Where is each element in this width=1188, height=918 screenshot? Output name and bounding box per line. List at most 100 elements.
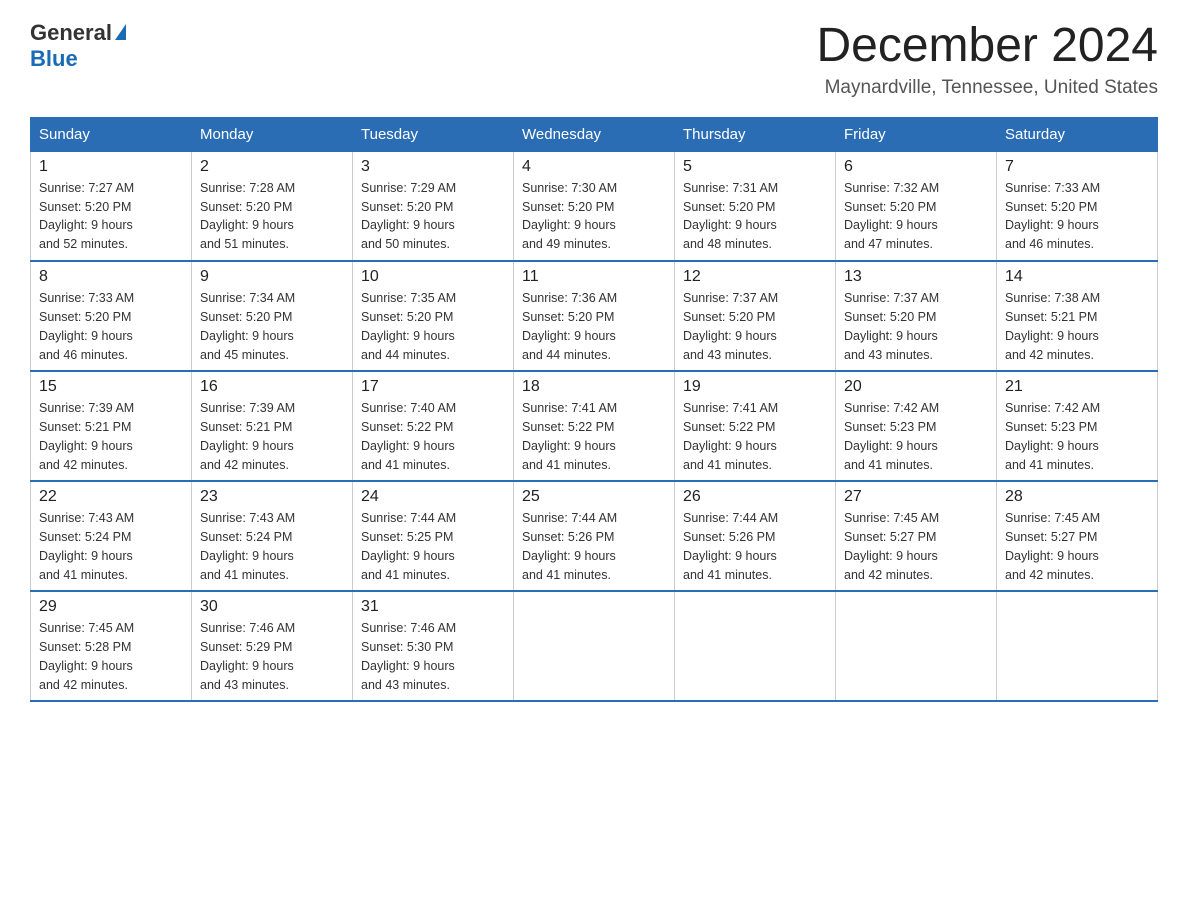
- day-number: 17: [361, 378, 505, 396]
- day-info: Sunrise: 7:34 AMSunset: 5:20 PMDaylight:…: [200, 289, 344, 364]
- day-info: Sunrise: 7:41 AMSunset: 5:22 PMDaylight:…: [683, 399, 827, 474]
- header-tuesday: Tuesday: [353, 117, 514, 151]
- day-info: Sunrise: 7:43 AMSunset: 5:24 PMDaylight:…: [200, 509, 344, 584]
- day-info: Sunrise: 7:44 AMSunset: 5:25 PMDaylight:…: [361, 509, 505, 584]
- day-cell-5: 5Sunrise: 7:31 AMSunset: 5:20 PMDaylight…: [675, 151, 836, 261]
- day-cell-16: 16Sunrise: 7:39 AMSunset: 5:21 PMDayligh…: [192, 371, 353, 481]
- day-cell-26: 26 Sunrise: 7:44 AMSunset: 5:26 PMDayligh…: [675, 481, 836, 591]
- day-cell-31: 31 Sunrise: 7:46 AMSunset: 5:30 PMDayligh…: [353, 591, 514, 701]
- empty-cell: [514, 591, 675, 701]
- day-number: 21: [1005, 378, 1149, 396]
- day-number: 11: [522, 268, 666, 286]
- page-header: General Blue December 2024 Maynardville,…: [30, 20, 1158, 99]
- calendar-header: SundayMondayTuesdayWednesdayThursdayFrid…: [31, 117, 1158, 151]
- empty-cell: [675, 591, 836, 701]
- header-sunday: Sunday: [31, 117, 192, 151]
- day-info: Sunrise: 7:27 AMSunset: 5:20 PMDaylight:…: [39, 179, 183, 254]
- day-info: Sunrise: 7:33 AMSunset: 5:20 PMDaylight:…: [39, 289, 183, 364]
- month-title: December 2024: [816, 20, 1158, 73]
- day-cell-4: 4 Sunrise: 7:30 AMSunset: 5:20 PMDaylight…: [514, 151, 675, 261]
- day-number: 29: [39, 598, 183, 616]
- day-number: 5: [683, 158, 827, 176]
- calendar-body: 1 Sunrise: 7:27 AMSunset: 5:20 PMDaylight…: [31, 151, 1158, 701]
- header-wednesday: Wednesday: [514, 117, 675, 151]
- day-cell-22: 22 Sunrise: 7:43 AMSunset: 5:24 PMDayligh…: [31, 481, 192, 591]
- day-info: Sunrise: 7:32 AMSunset: 5:20 PMDaylight:…: [844, 179, 988, 254]
- day-number: 22: [39, 488, 183, 506]
- day-number: 28: [1005, 488, 1149, 506]
- day-number: 30: [200, 598, 344, 616]
- day-info: Sunrise: 7:33 AMSunset: 5:20 PMDaylight:…: [1005, 179, 1149, 254]
- day-cell-3: 3Sunrise: 7:29 AMSunset: 5:20 PMDaylight…: [353, 151, 514, 261]
- day-cell-23: 23Sunrise: 7:43 AMSunset: 5:24 PMDayligh…: [192, 481, 353, 591]
- day-info: Sunrise: 7:40 AMSunset: 5:22 PMDaylight:…: [361, 399, 505, 474]
- day-info: Sunrise: 7:42 AMSunset: 5:23 PMDaylight:…: [1005, 399, 1149, 474]
- empty-cell: [997, 591, 1158, 701]
- day-cell-9: 9Sunrise: 7:34 AMSunset: 5:20 PMDaylight…: [192, 261, 353, 371]
- day-info: Sunrise: 7:44 AMSunset: 5:26 PMDaylight:…: [522, 509, 666, 584]
- day-info: Sunrise: 7:30 AMSunset: 5:20 PMDaylight:…: [522, 179, 666, 254]
- day-cell-7: 7 Sunrise: 7:33 AMSunset: 5:20 PMDaylight…: [997, 151, 1158, 261]
- day-info: Sunrise: 7:45 AMSunset: 5:27 PMDaylight:…: [1005, 509, 1149, 584]
- day-cell-30: 30Sunrise: 7:46 AMSunset: 5:29 PMDayligh…: [192, 591, 353, 701]
- day-cell-6: 6 Sunrise: 7:32 AMSunset: 5:20 PMDaylight…: [836, 151, 997, 261]
- day-number: 3: [361, 158, 505, 176]
- week-row-2: 8 Sunrise: 7:33 AMSunset: 5:20 PMDaylight…: [31, 261, 1158, 371]
- calendar-table: SundayMondayTuesdayWednesdayThursdayFrid…: [30, 117, 1158, 703]
- day-cell-12: 12Sunrise: 7:37 AMSunset: 5:20 PMDayligh…: [675, 261, 836, 371]
- day-number: 18: [522, 378, 666, 396]
- day-cell-14: 14 Sunrise: 7:38 AMSunset: 5:21 PMDayligh…: [997, 261, 1158, 371]
- day-number: 12: [683, 268, 827, 286]
- day-number: 7: [1005, 158, 1149, 176]
- day-info: Sunrise: 7:45 AMSunset: 5:27 PMDaylight:…: [844, 509, 988, 584]
- day-cell-13: 13Sunrise: 7:37 AMSunset: 5:20 PMDayligh…: [836, 261, 997, 371]
- empty-cell: [836, 591, 997, 701]
- week-row-4: 22 Sunrise: 7:43 AMSunset: 5:24 PMDayligh…: [31, 481, 1158, 591]
- day-cell-28: 28 Sunrise: 7:45 AMSunset: 5:27 PMDayligh…: [997, 481, 1158, 591]
- day-info: Sunrise: 7:39 AMSunset: 5:21 PMDaylight:…: [200, 399, 344, 474]
- header-row: SundayMondayTuesdayWednesdayThursdayFrid…: [31, 117, 1158, 151]
- header-thursday: Thursday: [675, 117, 836, 151]
- day-cell-15: 15Sunrise: 7:39 AMSunset: 5:21 PMDayligh…: [31, 371, 192, 481]
- day-number: 8: [39, 268, 183, 286]
- day-cell-29: 29 Sunrise: 7:45 AMSunset: 5:28 PMDayligh…: [31, 591, 192, 701]
- logo: General Blue: [30, 20, 126, 72]
- day-cell-24: 24 Sunrise: 7:44 AMSunset: 5:25 PMDayligh…: [353, 481, 514, 591]
- week-row-3: 15Sunrise: 7:39 AMSunset: 5:21 PMDayligh…: [31, 371, 1158, 481]
- day-info: Sunrise: 7:41 AMSunset: 5:22 PMDaylight:…: [522, 399, 666, 474]
- day-number: 2: [200, 158, 344, 176]
- day-info: Sunrise: 7:46 AMSunset: 5:30 PMDaylight:…: [361, 619, 505, 694]
- day-info: Sunrise: 7:37 AMSunset: 5:20 PMDaylight:…: [844, 289, 988, 364]
- day-number: 19: [683, 378, 827, 396]
- day-number: 6: [844, 158, 988, 176]
- day-info: Sunrise: 7:38 AMSunset: 5:21 PMDaylight:…: [1005, 289, 1149, 364]
- day-number: 31: [361, 598, 505, 616]
- day-cell-11: 11Sunrise: 7:36 AMSunset: 5:20 PMDayligh…: [514, 261, 675, 371]
- day-info: Sunrise: 7:39 AMSunset: 5:21 PMDaylight:…: [39, 399, 183, 474]
- week-row-1: 1 Sunrise: 7:27 AMSunset: 5:20 PMDaylight…: [31, 151, 1158, 261]
- day-number: 1: [39, 158, 183, 176]
- day-number: 26: [683, 488, 827, 506]
- day-cell-18: 18 Sunrise: 7:41 AMSunset: 5:22 PMDayligh…: [514, 371, 675, 481]
- day-cell-17: 17 Sunrise: 7:40 AMSunset: 5:22 PMDayligh…: [353, 371, 514, 481]
- day-number: 24: [361, 488, 505, 506]
- day-info: Sunrise: 7:44 AMSunset: 5:26 PMDaylight:…: [683, 509, 827, 584]
- header-monday: Monday: [192, 117, 353, 151]
- day-info: Sunrise: 7:45 AMSunset: 5:28 PMDaylight:…: [39, 619, 183, 694]
- logo-triangle-icon: [115, 24, 126, 40]
- day-info: Sunrise: 7:43 AMSunset: 5:24 PMDaylight:…: [39, 509, 183, 584]
- day-info: Sunrise: 7:35 AMSunset: 5:20 PMDaylight:…: [361, 289, 505, 364]
- day-info: Sunrise: 7:42 AMSunset: 5:23 PMDaylight:…: [844, 399, 988, 474]
- week-row-5: 29 Sunrise: 7:45 AMSunset: 5:28 PMDayligh…: [31, 591, 1158, 701]
- day-cell-25: 25Sunrise: 7:44 AMSunset: 5:26 PMDayligh…: [514, 481, 675, 591]
- title-block: December 2024 Maynardville, Tennessee, U…: [816, 20, 1158, 99]
- day-number: 10: [361, 268, 505, 286]
- logo-general-text: General: [30, 20, 112, 46]
- day-cell-19: 19 Sunrise: 7:41 AMSunset: 5:22 PMDayligh…: [675, 371, 836, 481]
- header-saturday: Saturday: [997, 117, 1158, 151]
- day-number: 4: [522, 158, 666, 176]
- day-cell-10: 10 Sunrise: 7:35 AMSunset: 5:20 PMDayligh…: [353, 261, 514, 371]
- day-cell-21: 21 Sunrise: 7:42 AMSunset: 5:23 PMDayligh…: [997, 371, 1158, 481]
- day-number: 27: [844, 488, 988, 506]
- day-number: 14: [1005, 268, 1149, 286]
